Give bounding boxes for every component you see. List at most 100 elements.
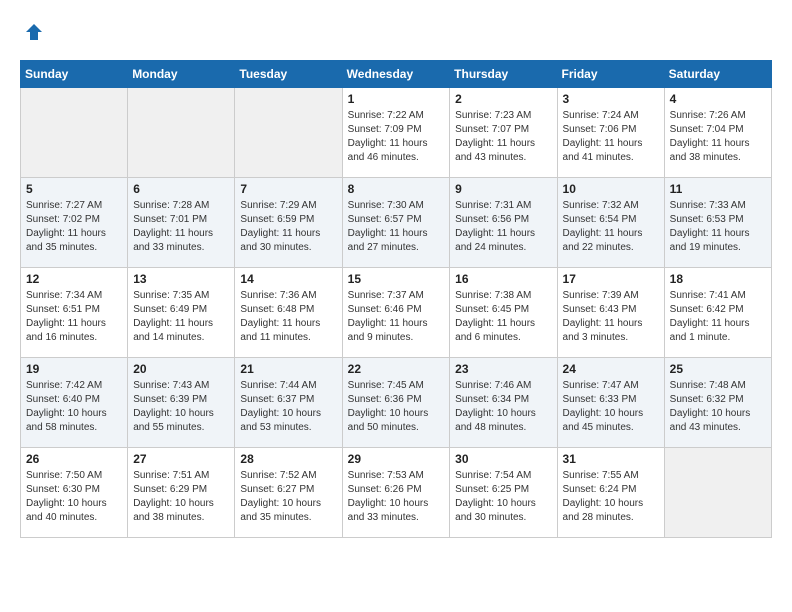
calendar-cell: 24Sunrise: 7:47 AMSunset: 6:33 PMDayligh…	[557, 357, 664, 447]
day-info: Sunrise: 7:55 AMSunset: 6:24 PMDaylight:…	[563, 469, 659, 525]
day-number: 10	[563, 182, 659, 196]
day-info: Sunrise: 7:48 AMSunset: 6:32 PMDaylight:…	[670, 379, 766, 435]
calendar-week-row: 5 Sunrise: 7:27 AMSunset: 7:02 PMDaylight…	[21, 177, 772, 267]
day-info: Sunrise: 7:34 AMSunset: 6:51 PMDaylight:…	[26, 289, 122, 345]
day-number: 20	[133, 362, 229, 376]
day-info: Sunrise: 7:27 AMSunset: 7:02 PMDaylight:…	[26, 199, 122, 255]
calendar-cell: 4 Sunrise: 7:26 AMSunset: 7:04 PMDaylight…	[664, 87, 771, 177]
day-info: Sunrise: 7:30 AMSunset: 6:57 PMDaylight:…	[348, 199, 445, 255]
calendar-table: SundayMondayTuesdayWednesdayThursdayFrid…	[20, 60, 772, 538]
calendar-cell: 30 Sunrise: 7:54 AMSunset: 6:25 PMDayligh…	[450, 447, 557, 537]
calendar-cell: 28 Sunrise: 7:52 AMSunset: 6:27 PMDayligh…	[235, 447, 342, 537]
calendar-cell: 16 Sunrise: 7:38 AMSunset: 6:45 PMDayligh…	[450, 267, 557, 357]
day-number: 7	[240, 182, 336, 196]
logo-icon	[22, 20, 46, 44]
calendar-cell: 27Sunrise: 7:51 AMSunset: 6:29 PMDayligh…	[128, 447, 235, 537]
calendar-week-row: 19 Sunrise: 7:42 AMSunset: 6:40 PMDayligh…	[21, 357, 772, 447]
day-info: Sunrise: 7:26 AMSunset: 7:04 PMDaylight:…	[670, 109, 766, 165]
calendar-cell: 13 Sunrise: 7:35 AMSunset: 6:49 PMDayligh…	[128, 267, 235, 357]
day-info: Sunrise: 7:22 AMSunset: 7:09 PMDaylight:…	[348, 109, 445, 165]
column-header-saturday: Saturday	[664, 60, 771, 87]
day-number: 11	[670, 182, 766, 196]
calendar-cell: 10 Sunrise: 7:32 AMSunset: 6:54 PMDayligh…	[557, 177, 664, 267]
day-info: Sunrise: 7:31 AMSunset: 6:56 PMDaylight:…	[455, 199, 551, 255]
day-info: Sunrise: 7:53 AMSunset: 6:26 PMDaylight:…	[348, 469, 445, 525]
calendar-header-row: SundayMondayTuesdayWednesdayThursdayFrid…	[21, 60, 772, 87]
calendar-cell: 9Sunrise: 7:31 AMSunset: 6:56 PMDaylight…	[450, 177, 557, 267]
day-info: Sunrise: 7:41 AMSunset: 6:42 PMDaylight:…	[670, 289, 766, 345]
calendar-cell: 8 Sunrise: 7:30 AMSunset: 6:57 PMDaylight…	[342, 177, 450, 267]
calendar-cell: 26Sunrise: 7:50 AMSunset: 6:30 PMDayligh…	[21, 447, 128, 537]
day-number: 16	[455, 272, 551, 286]
day-number: 19	[26, 362, 122, 376]
day-number: 4	[670, 92, 766, 106]
calendar-cell: 14Sunrise: 7:36 AMSunset: 6:48 PMDayligh…	[235, 267, 342, 357]
calendar-cell: 20 Sunrise: 7:43 AMSunset: 6:39 PMDayligh…	[128, 357, 235, 447]
calendar-cell: 23Sunrise: 7:46 AMSunset: 6:34 PMDayligh…	[450, 357, 557, 447]
day-info: Sunrise: 7:33 AMSunset: 6:53 PMDaylight:…	[670, 199, 766, 255]
calendar-cell: 2 Sunrise: 7:23 AMSunset: 7:07 PMDaylight…	[450, 87, 557, 177]
day-number: 31	[563, 452, 659, 466]
day-number: 26	[26, 452, 122, 466]
calendar-cell: 15 Sunrise: 7:37 AMSunset: 6:46 PMDayligh…	[342, 267, 450, 357]
day-info: Sunrise: 7:43 AMSunset: 6:39 PMDaylight:…	[133, 379, 229, 435]
day-number: 15	[348, 272, 445, 286]
day-number: 21	[240, 362, 336, 376]
day-number: 2	[455, 92, 551, 106]
day-number: 22	[348, 362, 445, 376]
column-header-thursday: Thursday	[450, 60, 557, 87]
calendar-cell	[128, 87, 235, 177]
day-number: 6	[133, 182, 229, 196]
calendar-cell: 29Sunrise: 7:53 AMSunset: 6:26 PMDayligh…	[342, 447, 450, 537]
logo	[20, 20, 46, 50]
day-number: 12	[26, 272, 122, 286]
day-info: Sunrise: 7:52 AMSunset: 6:27 PMDaylight:…	[240, 469, 336, 525]
day-number: 13	[133, 272, 229, 286]
calendar-cell	[235, 87, 342, 177]
calendar-cell: 3 Sunrise: 7:24 AMSunset: 7:06 PMDaylight…	[557, 87, 664, 177]
day-info: Sunrise: 7:24 AMSunset: 7:06 PMDaylight:…	[563, 109, 659, 165]
day-info: Sunrise: 7:38 AMSunset: 6:45 PMDaylight:…	[455, 289, 551, 345]
calendar-cell: 18Sunrise: 7:41 AMSunset: 6:42 PMDayligh…	[664, 267, 771, 357]
calendar-cell	[21, 87, 128, 177]
calendar-cell: 1 Sunrise: 7:22 AMSunset: 7:09 PMDaylight…	[342, 87, 450, 177]
calendar-cell: 19 Sunrise: 7:42 AMSunset: 6:40 PMDayligh…	[21, 357, 128, 447]
day-number: 8	[348, 182, 445, 196]
day-number: 28	[240, 452, 336, 466]
day-info: Sunrise: 7:32 AMSunset: 6:54 PMDaylight:…	[563, 199, 659, 255]
column-header-friday: Friday	[557, 60, 664, 87]
calendar-cell: 25 Sunrise: 7:48 AMSunset: 6:32 PMDayligh…	[664, 357, 771, 447]
column-header-tuesday: Tuesday	[235, 60, 342, 87]
day-info: Sunrise: 7:44 AMSunset: 6:37 PMDaylight:…	[240, 379, 336, 435]
calendar-week-row: 12 Sunrise: 7:34 AMSunset: 6:51 PMDayligh…	[21, 267, 772, 357]
calendar-cell: 5 Sunrise: 7:27 AMSunset: 7:02 PMDaylight…	[21, 177, 128, 267]
day-number: 23	[455, 362, 551, 376]
calendar-cell: 21 Sunrise: 7:44 AMSunset: 6:37 PMDayligh…	[235, 357, 342, 447]
calendar-week-row: 1 Sunrise: 7:22 AMSunset: 7:09 PMDaylight…	[21, 87, 772, 177]
calendar-cell: 12 Sunrise: 7:34 AMSunset: 6:51 PMDayligh…	[21, 267, 128, 357]
day-info: Sunrise: 7:35 AMSunset: 6:49 PMDaylight:…	[133, 289, 229, 345]
day-info: Sunrise: 7:51 AMSunset: 6:29 PMDaylight:…	[133, 469, 229, 525]
calendar-week-row: 26Sunrise: 7:50 AMSunset: 6:30 PMDayligh…	[21, 447, 772, 537]
day-number: 25	[670, 362, 766, 376]
column-header-sunday: Sunday	[21, 60, 128, 87]
calendar-cell	[664, 447, 771, 537]
day-number: 5	[26, 182, 122, 196]
calendar-cell: 6Sunrise: 7:28 AMSunset: 7:01 PMDaylight…	[128, 177, 235, 267]
day-info: Sunrise: 7:45 AMSunset: 6:36 PMDaylight:…	[348, 379, 445, 435]
day-info: Sunrise: 7:42 AMSunset: 6:40 PMDaylight:…	[26, 379, 122, 435]
day-info: Sunrise: 7:37 AMSunset: 6:46 PMDaylight:…	[348, 289, 445, 345]
day-info: Sunrise: 7:36 AMSunset: 6:48 PMDaylight:…	[240, 289, 336, 345]
calendar-cell: 31 Sunrise: 7:55 AMSunset: 6:24 PMDayligh…	[557, 447, 664, 537]
day-number: 30	[455, 452, 551, 466]
day-number: 3	[563, 92, 659, 106]
day-number: 1	[348, 92, 445, 106]
day-number: 17	[563, 272, 659, 286]
day-info: Sunrise: 7:29 AMSunset: 6:59 PMDaylight:…	[240, 199, 336, 255]
page-header	[20, 20, 772, 50]
calendar-cell: 17Sunrise: 7:39 AMSunset: 6:43 PMDayligh…	[557, 267, 664, 357]
column-header-monday: Monday	[128, 60, 235, 87]
day-info: Sunrise: 7:54 AMSunset: 6:25 PMDaylight:…	[455, 469, 551, 525]
calendar-cell: 7 Sunrise: 7:29 AMSunset: 6:59 PMDaylight…	[235, 177, 342, 267]
day-info: Sunrise: 7:23 AMSunset: 7:07 PMDaylight:…	[455, 109, 551, 165]
